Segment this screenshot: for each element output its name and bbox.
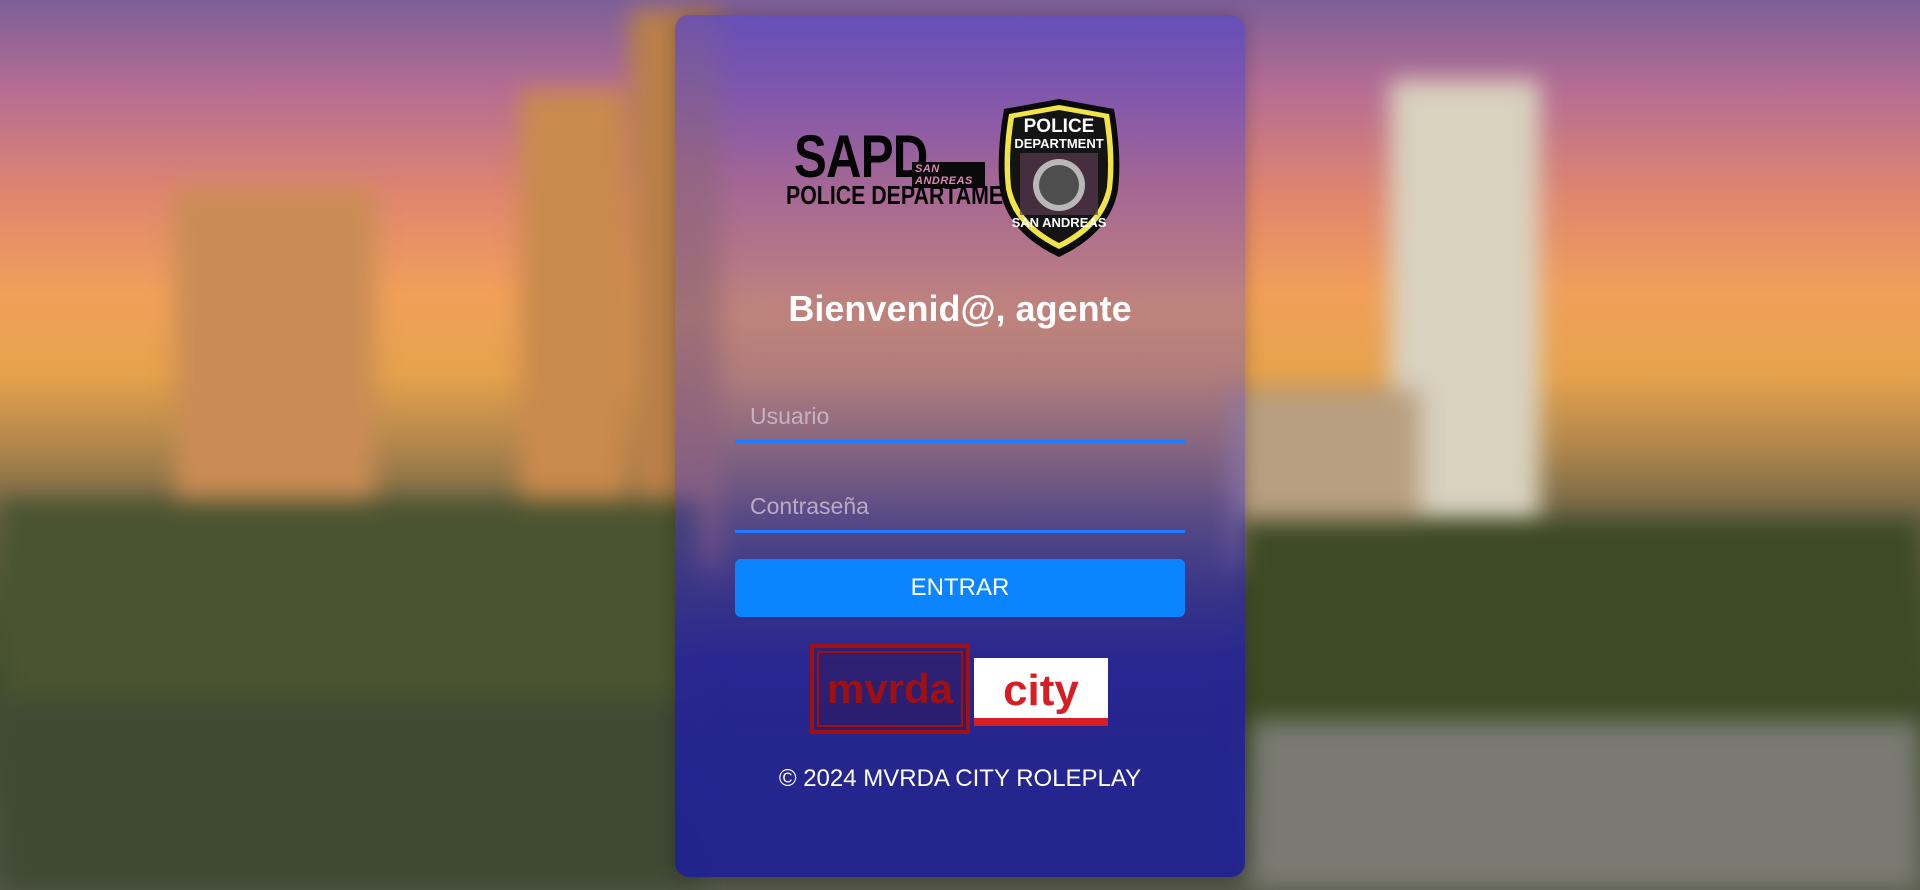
login-card: SAPD SAN ANDREAS POLICE DEPARTAMENT POLI… — [675, 15, 1245, 877]
bg-rocks — [1250, 720, 1920, 890]
bg-ground — [0, 700, 700, 890]
badge-text-police: POLICE — [1024, 116, 1095, 137]
copyright-text: © 2024 MVRDA CITY ROLEPLAY — [778, 765, 1142, 792]
mvrda-city-logo: mvrda city — [810, 644, 1108, 734]
badge-text-department: DEPARTMENT — [1014, 136, 1103, 151]
badge-text-san-andreas: SAN ANDREAS — [1012, 215, 1107, 230]
brand-city-text: city — [1003, 666, 1079, 715]
bg-building — [520, 90, 630, 560]
welcome-title: Bienvenid@, agente — [788, 288, 1132, 329]
brand-mvrda-text: mvrda — [827, 665, 954, 712]
password-input[interactable] — [735, 483, 1185, 533]
login-button[interactable]: ENTRAR — [735, 559, 1185, 617]
bg-trees — [0, 500, 700, 730]
bg-building — [175, 190, 375, 550]
sapd-logo: SAPD SAN ANDREAS POLICE DEPARTAMENT POLI… — [785, 80, 1135, 265]
police-badge-icon: POLICE DEPARTMENT SAN ANDREAS — [998, 99, 1120, 257]
username-input[interactable] — [735, 393, 1185, 443]
